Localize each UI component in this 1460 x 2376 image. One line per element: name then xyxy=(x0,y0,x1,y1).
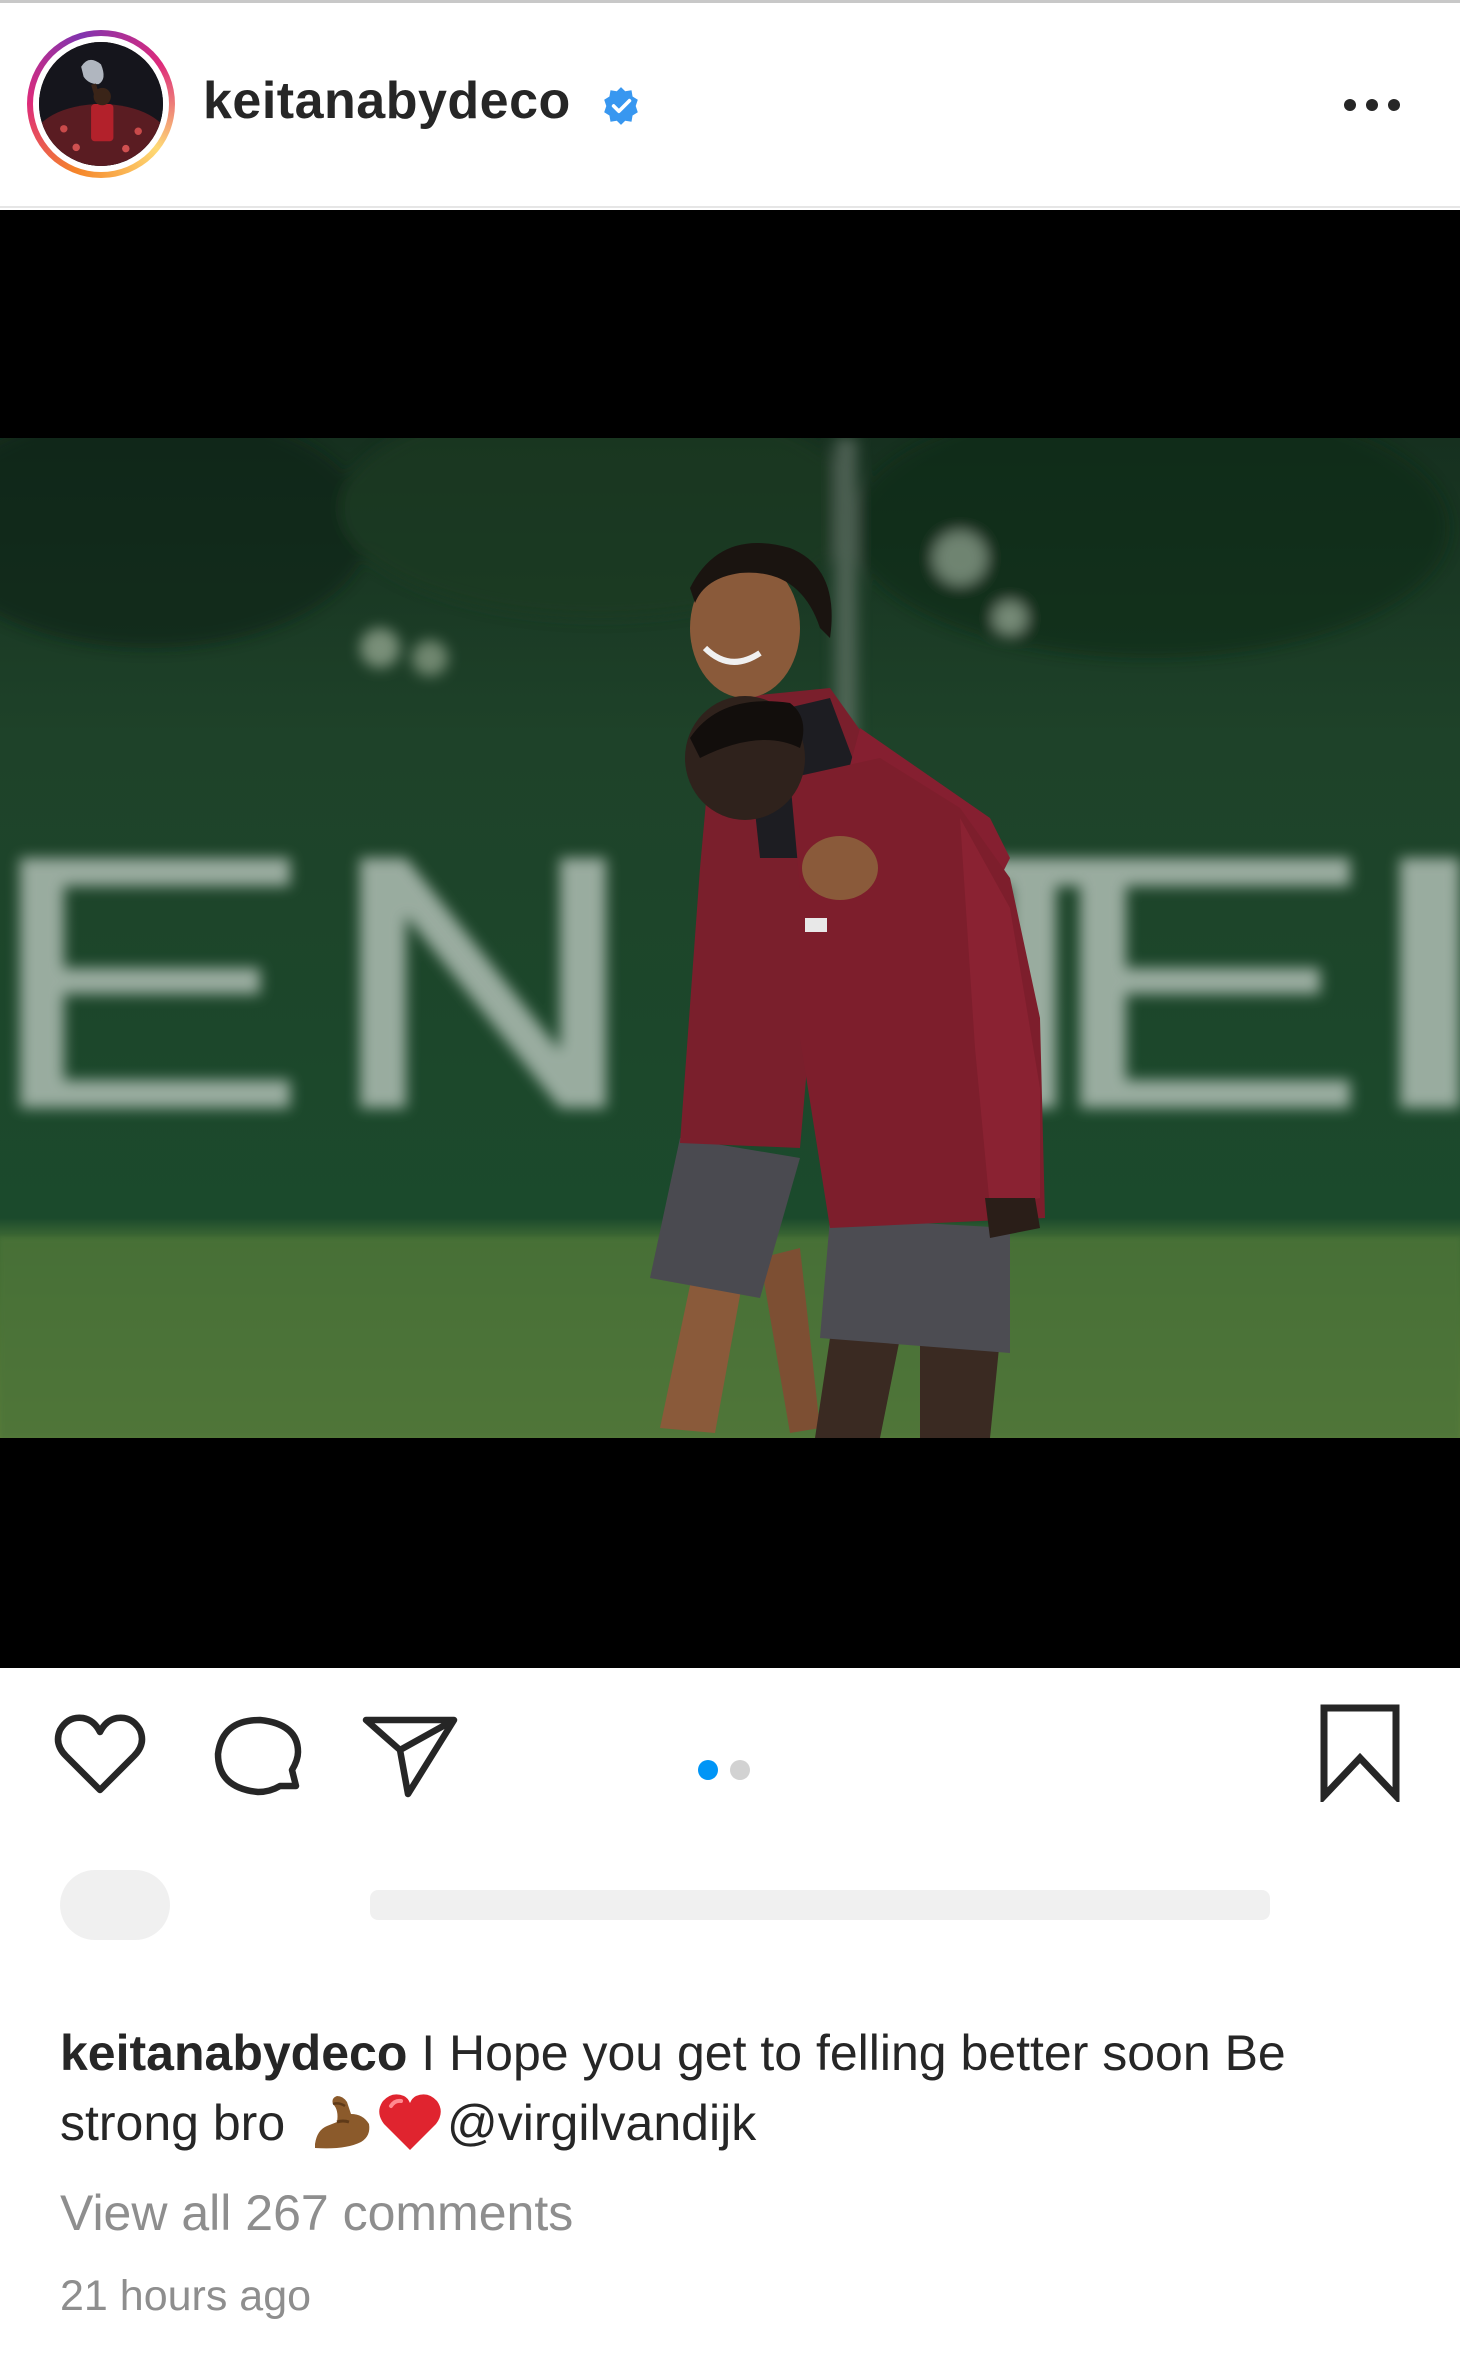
save-button[interactable] xyxy=(1310,1702,1410,1802)
instagram-post-screen: keitanabydeco keitanabydeco I Hope you g… xyxy=(0,0,1460,2376)
caption-mention-link[interactable]: @virgilvandijk xyxy=(447,2095,756,2151)
comment-button[interactable] xyxy=(208,1706,308,1806)
red-heart-emoji-icon xyxy=(377,2092,443,2152)
heart-icon xyxy=(54,1714,146,1794)
more-options-button[interactable] xyxy=(1336,85,1408,125)
carousel-indicator xyxy=(698,1760,750,1780)
carousel-dot-active xyxy=(698,1760,718,1780)
post-action-bar xyxy=(0,1668,1460,1858)
post-username[interactable]: keitanabydeco xyxy=(203,71,571,131)
send-icon xyxy=(362,1716,458,1798)
caption-username[interactable]: keitanabydeco xyxy=(60,2025,407,2081)
avatar xyxy=(39,42,163,166)
post-photo xyxy=(0,438,1460,1438)
post-media[interactable] xyxy=(0,210,1460,1668)
carousel-dot xyxy=(730,1760,750,1780)
post-timestamp: 21 hours ago xyxy=(60,2272,312,2320)
avatar-story-ring[interactable] xyxy=(27,30,175,178)
post-header: keitanabydeco xyxy=(0,3,1460,208)
share-button[interactable] xyxy=(360,1706,460,1806)
flexed-biceps-emoji-icon xyxy=(309,2092,373,2152)
bookmark-icon xyxy=(1320,1704,1400,1802)
more-horizontal-icon xyxy=(1344,99,1356,111)
liked-by-placeholder xyxy=(40,1850,1340,1970)
view-all-comments-link[interactable]: View all 267 comments xyxy=(60,2184,573,2242)
verified-badge-icon xyxy=(600,85,642,127)
post-caption: keitanabydeco I Hope you get to felling … xyxy=(60,2018,1420,2158)
like-button[interactable] xyxy=(50,1706,150,1806)
comment-icon xyxy=(214,1716,302,1796)
